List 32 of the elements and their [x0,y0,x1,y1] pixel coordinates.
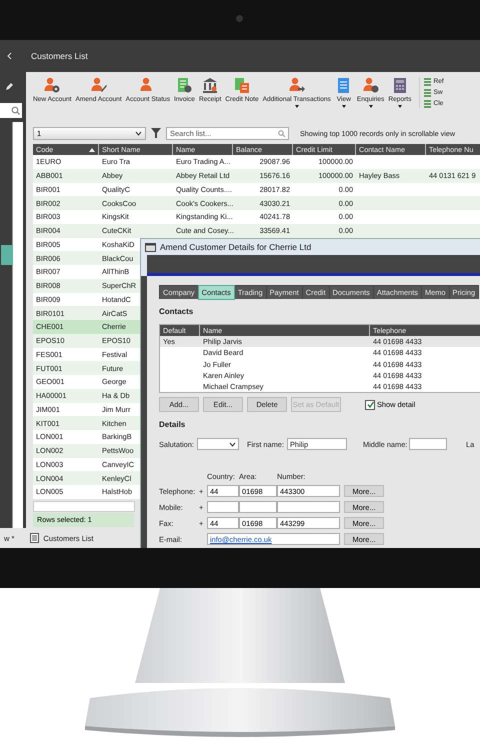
toolbar-icon [90,77,108,94]
section-heading: Details [159,420,186,430]
window-icon [145,242,156,252]
checkmark-icon [366,401,374,408]
toolbar-icon [175,77,194,94]
horizontal-scrollbar[interactable] [33,500,135,512]
window-title: Customers List [30,50,89,63]
caret-icon [135,130,142,136]
list-icon [423,99,432,108]
number-field[interactable] [277,501,340,514]
area-code-field[interactable] [239,501,277,514]
webcam-icon [236,15,243,22]
pencil-icon[interactable] [5,82,14,91]
search-field[interactable] [0,103,22,118]
search-icon [11,106,20,115]
country-code-field[interactable] [207,501,239,514]
list-icon [423,88,432,97]
collapse-icon[interactable] [6,52,12,60]
toolbar-icon [362,77,380,94]
caret-icon [229,442,236,447]
middle-name-field[interactable] [409,438,447,450]
search-icon [278,130,285,136]
toolbar-icon [232,77,251,94]
dialog-title: Amend Customer Details for Cherrie Ltd [160,242,312,252]
toolbar-icon [288,77,306,94]
toolbar-icon [201,77,220,94]
document-icon [30,533,40,543]
section-heading: Contacts [159,307,194,316]
list-icon [423,77,432,86]
filter-icon[interactable] [151,128,161,138]
toolbar-icon [43,77,62,94]
salutation-dropdown[interactable] [197,438,239,450]
